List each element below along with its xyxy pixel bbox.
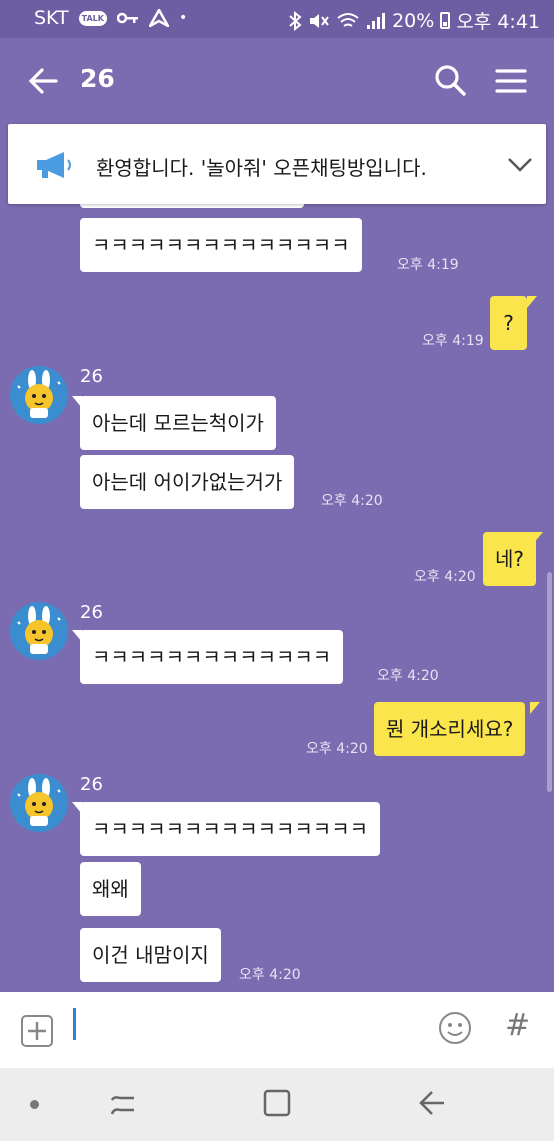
key-icon (116, 12, 138, 24)
message-bubble: 왜왜 (80, 862, 141, 916)
dot-icon: • (178, 10, 188, 26)
message-time: 오후 4:20 (321, 493, 383, 509)
sender-name: 26 (80, 602, 103, 623)
my-message-bubble: 뭔 개소리세요? (374, 702, 526, 756)
carrier-label: SKT (34, 7, 69, 29)
rabbit-character-icon (17, 778, 61, 826)
message-input[interactable] (73, 1008, 76, 1040)
navigation-icon (148, 9, 169, 27)
system-navigation-bar (0, 1068, 554, 1141)
message-time: 오후 4:19 (397, 257, 459, 273)
chevron-down-icon[interactable] (506, 152, 534, 176)
search-icon[interactable] (432, 62, 468, 98)
profile-avatar[interactable] (10, 366, 68, 424)
my-message-bubble: ? (490, 296, 527, 350)
kakaotalk-notification-icon: TALK (78, 10, 107, 26)
clock: 오후 4:41 (456, 11, 540, 33)
message-bubble: 아는데 모르는척이가 (80, 396, 276, 450)
nav-dot-icon[interactable] (30, 1100, 39, 1109)
scrollbar[interactable] (547, 572, 552, 792)
profile-avatar[interactable] (10, 602, 68, 660)
mute-icon (310, 13, 329, 28)
bubble-tail (530, 702, 540, 714)
home-icon[interactable] (262, 1088, 292, 1118)
recent-apps-icon[interactable] (106, 1088, 140, 1122)
bubble-tail (527, 296, 537, 308)
nav-back-icon[interactable] (416, 1088, 446, 1118)
status-bar: SKT TALK • 20% 오후 4:41 (0, 0, 554, 38)
chat-header: 26 (0, 38, 554, 122)
wifi-icon (337, 12, 359, 27)
rabbit-character-icon (17, 606, 61, 654)
message-bubble: 이건 내맘이지 (80, 928, 221, 982)
chat-title: 26 (80, 64, 115, 93)
profile-avatar[interactable] (10, 774, 68, 832)
signal-icon (367, 12, 386, 29)
message-time: 오후 4:19 (422, 333, 484, 349)
message-bubble: ㅋㅋㅋㅋㅋㅋㅋㅋㅋㅋㅋㅋㅋ (80, 630, 344, 684)
hamburger-menu-icon[interactable] (494, 64, 528, 98)
message-time: 오후 4:20 (239, 967, 301, 983)
megaphone-icon (37, 152, 71, 178)
message-bubble: 아는데 어이가없는거가 (80, 455, 295, 509)
notice-banner[interactable]: 환영합니다. '놀아줘' 오픈채팅방입니다. (8, 124, 546, 204)
emoticon-icon[interactable] (438, 1011, 472, 1045)
message-bubble: ㅋㅋㅋㅋㅋㅋㅋㅋㅋㅋㅋㅋㅋㅋ (80, 218, 362, 272)
message-bubble: ㅋㅋㅋㅋㅋㅋㅋㅋㅋㅋㅋㅋㅋㅋㅋ (80, 802, 380, 856)
rabbit-character-icon (17, 370, 61, 418)
hashtag-icon[interactable]: # (505, 1008, 530, 1043)
message-time: 오후 4:20 (377, 668, 439, 684)
message-list[interactable]: ㅋㅋㅋㅋㅋㅋㅋㅋㅋㅋㅋㅋㅋㅋ 오후 4:19 ? 오후 4:19 26 아는데 … (0, 122, 554, 992)
message-input-bar: # (0, 992, 554, 1068)
plus-box-icon[interactable] (20, 1014, 54, 1048)
message-time: 오후 4:20 (414, 569, 476, 585)
battery-percent: 20% (392, 9, 435, 32)
sender-name: 26 (80, 774, 103, 795)
bubble-tail (533, 532, 543, 544)
sender-name: 26 (80, 366, 103, 387)
message-time: 오후 4:20 (306, 741, 368, 757)
back-arrow-icon[interactable] (26, 64, 60, 98)
battery-icon (440, 12, 451, 29)
bluetooth-icon (289, 10, 302, 31)
notice-text: 환영합니다. '놀아줘' 오픈채팅방입니다. (96, 156, 427, 180)
my-message-bubble: 네? (483, 532, 537, 586)
